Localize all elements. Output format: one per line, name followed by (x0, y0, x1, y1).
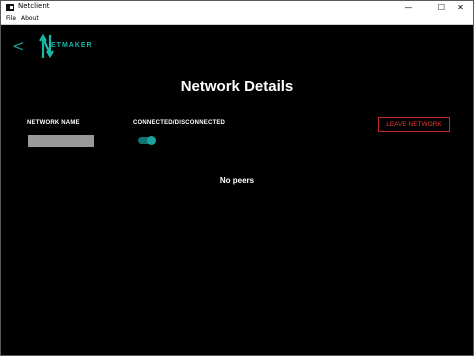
menu-about[interactable]: About (21, 15, 39, 22)
window-title: Netclient (18, 2, 50, 10)
menu-file[interactable]: File (6, 15, 16, 22)
minimize-button[interactable]: — (395, 1, 422, 14)
network-name-label: NETWORK NAME (27, 120, 80, 126)
app-icon (6, 4, 14, 11)
close-button[interactable]: ✕ (447, 1, 474, 14)
network-name-value-redacted (28, 135, 94, 147)
back-button[interactable]: < (12, 37, 25, 55)
logo-text: ETMAKER (51, 42, 93, 49)
no-peers-text: No peers (219, 176, 255, 185)
connected-toggle[interactable] (138, 136, 156, 145)
app-window: Netclient — ☐ ✕ File About < ETMAKER Net… (0, 0, 474, 356)
leave-network-button[interactable]: LEAVE NETWORK (378, 117, 450, 132)
menu-bar: File About (1, 14, 473, 25)
connected-label: CONNECTED/DISCONNECTED (133, 120, 226, 126)
toggle-thumb (147, 136, 156, 145)
page-title: Network Details (180, 78, 294, 95)
title-bar[interactable]: Netclient — ☐ ✕ (1, 1, 473, 14)
